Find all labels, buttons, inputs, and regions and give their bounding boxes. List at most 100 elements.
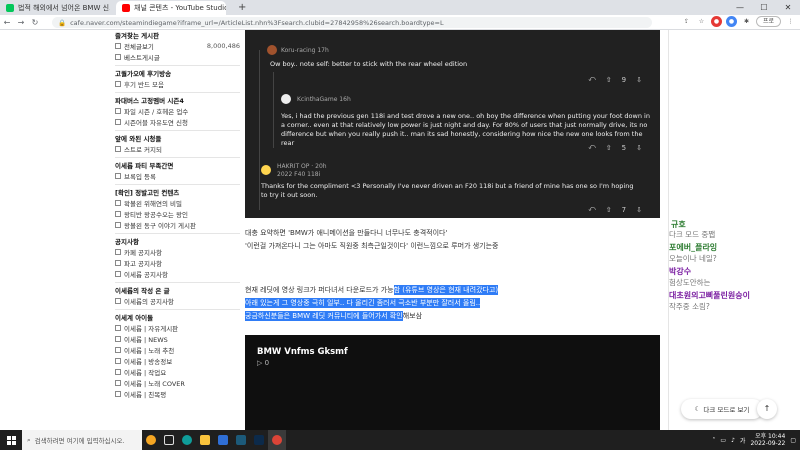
sidebar-item[interactable]: 이세롭 | 노래 추천 [115,345,240,355]
share-icon[interactable]: ⇪ [681,16,692,27]
avatar [267,45,277,55]
puzzle-icon[interactable]: ✱ [741,16,752,27]
chrome-icon[interactable] [268,430,286,450]
divider [115,309,240,310]
like-count: 5 [621,143,627,152]
sidebar-item-label: 이세계 아이돌 [115,314,154,322]
chevron-up-icon[interactable]: ˄ [712,437,715,444]
close-window-button[interactable]: ✕ [776,0,800,15]
video-title: BMW Vnfms Gksmf [257,347,348,357]
new-tab-button[interactable]: + [238,2,246,13]
chat-message: 오늘이나 네일? [669,254,717,263]
sidebar-item[interactable]: 이세롭 | 노래 COVER [115,378,240,388]
reply-icon[interactable]: ⤺ [588,75,595,84]
network-icon[interactable]: ▭ [720,437,726,444]
sidebar-item-label: 이세롭 | 자유게시판 [124,325,179,333]
board-icon [115,298,121,304]
sidebar-item[interactable]: 이세롭의 공지사항 [115,296,240,306]
embedded-video[interactable]: BMW Vnfms Gksmf ▷ 0 [245,335,660,430]
upvote-icon[interactable]: ⇧ [606,76,612,84]
sidebar-item[interactable]: 이세롭 | 자유게시판 [115,323,240,333]
sidebar-item[interactable]: 왁볼왼 위해연의 비밀 [115,198,240,208]
sidebar-item-label: [확인] 정발고민 컨텐츠 [115,189,180,197]
taskbar-search[interactable]: ⌕ 검색하려면 여기에 입력하십시오. [22,430,142,450]
volume-icon[interactable]: ♪ [731,437,735,444]
reload-icon[interactable]: ↻ [28,18,42,27]
chat-message: 험상도안하는 [669,278,711,287]
sidebar-section-header[interactable]: 즐겨찾는 게시판 [115,30,240,40]
profile-button[interactable]: 프로 [755,16,781,27]
sidebar-item[interactable]: 이세롭 | NEWS [115,334,240,344]
divider [115,157,240,158]
vegas-icon[interactable] [232,430,250,450]
clock[interactable]: 오후 10:44 2022-09-22 [750,433,785,447]
reply-icon[interactable]: ⤺ [588,205,595,214]
comment-flair: 2022 F40 118i [277,171,321,178]
chat-username[interactable]: 포에버_플라잉 [669,242,717,253]
sidebar-item[interactable]: 전체글보기 8,000,486 [115,41,240,51]
downvote-icon[interactable]: ⇩ [636,76,642,84]
sidebar-section-header[interactable]: 이세계 아이돌 [115,312,240,322]
store-icon[interactable] [214,430,232,450]
sidebar-item[interactable]: 브록입 등록 [115,171,240,181]
downvote-icon[interactable]: ⇩ [636,144,642,152]
sidebar-item[interactable]: 이세롭 공지사항 [115,269,240,279]
menu-kebab-icon[interactable]: ⋮ [785,16,796,27]
sidebar-section-header[interactable]: 고퀄가오에 후기방송 [115,68,240,78]
notification-icon[interactable]: ▢ [790,437,796,444]
sidebar-item[interactable]: 왕티반 왕공수오는 왕인 [115,209,240,219]
photoshop-icon[interactable] [250,430,268,450]
chat-username[interactable]: 대초원의고삐풀린원숭이 [669,290,750,301]
sidebar-item[interactable]: 후기 반드 모음 [115,79,240,89]
extension-icon[interactable]: ● [710,16,722,27]
downvote-icon[interactable]: ⇩ [636,206,642,214]
article-content: Koru-racing 17h Ow boy.. note self: bett… [245,30,660,430]
maximize-button[interactable]: ☐ [752,0,776,15]
tab-naver-cafe[interactable]: 법적 해외에서 넘어온 BMW 신... ✕ [0,1,110,15]
file-explorer-icon[interactable] [196,430,214,450]
ime-indicator[interactable]: 가 [740,436,746,445]
sidebar-section-header[interactable]: 이세롭 파티 부족간면 [115,160,240,170]
sidebar-item[interactable]: 카페 공지사항 [115,247,240,257]
sidebar-item[interactable]: 왕볼왼 동구 이야기 게시판 [115,220,240,230]
address-bar[interactable]: 🔒 cafe.naver.com/steamindiegame?iframe_u… [52,17,652,28]
forward-icon[interactable]: → [14,18,28,27]
weather-icon[interactable] [142,430,160,450]
chat-username[interactable]: 박강수 [669,266,691,277]
sidebar-item[interactable]: 시즌어블 자유도연 신청 [115,117,240,127]
sidebar-item-label: 앞에 와된 시청들 [115,135,162,143]
sidebar-item-label: 이세롭 공지사항 [124,271,168,279]
task-view-icon[interactable] [160,430,178,450]
sidebar-item[interactable]: 이세롭 | 친목평 [115,389,240,399]
back-icon[interactable]: ← [0,18,14,27]
chat-message: 다크 모드 중쨉 [669,230,716,239]
scroll-top-button[interactable]: ↑ [757,399,777,419]
dark-mode-button[interactable]: ☾ 다크 모드로 보기 [681,399,763,419]
sidebar-item-label: 전체글보기 [124,43,154,51]
start-button[interactable] [0,430,22,450]
upvote-icon[interactable]: ⇧ [606,206,612,214]
sidebar-section-header[interactable]: 공지사항 [115,236,240,246]
sidebar-item[interactable]: 이세롭 | 작업요 [115,367,240,377]
sidebar-item[interactable]: 이세롭 | 방송정보 [115,356,240,366]
minimize-button[interactable]: — [728,0,752,15]
star-icon[interactable]: ☆ [696,16,707,27]
board-icon [115,146,121,152]
upvote-icon[interactable]: ⇧ [606,144,612,152]
reply-icon[interactable]: ⤺ [588,143,595,152]
edge-icon[interactable] [178,430,196,450]
sidebar-item[interactable]: 파고 공지사항 [115,258,240,268]
sidebar-item[interactable]: 베스트게시글 [115,52,240,62]
sidebar-section-header[interactable]: 이세롭의 작성 은 글 [115,285,240,295]
tab-youtube-studio[interactable]: 채널 콘텐츠 - YouTube Studio ✕ [116,1,226,15]
chat-panel: 규호 다크 모드 중쨉 포에버_플라잉 오늘이나 네일? 박강수 험상도안하는 … [668,30,800,430]
board-icon [115,336,121,342]
sidebar-item[interactable]: 파일 시즌 / 호헤은 업수 [115,106,240,116]
sidebar-section-header[interactable]: 파대버스 고정멤버 시즌4 [115,95,240,105]
board-icon [115,43,121,49]
extension-icon[interactable]: ● [725,16,737,27]
divider [115,92,240,93]
sidebar-section-header[interactable]: [확인] 정발고민 컨텐츠 [115,187,240,197]
sidebar-item[interactable]: 스트로 커지되 [115,144,240,154]
sidebar-section-header[interactable]: 앞에 와된 시청들 [115,133,240,143]
